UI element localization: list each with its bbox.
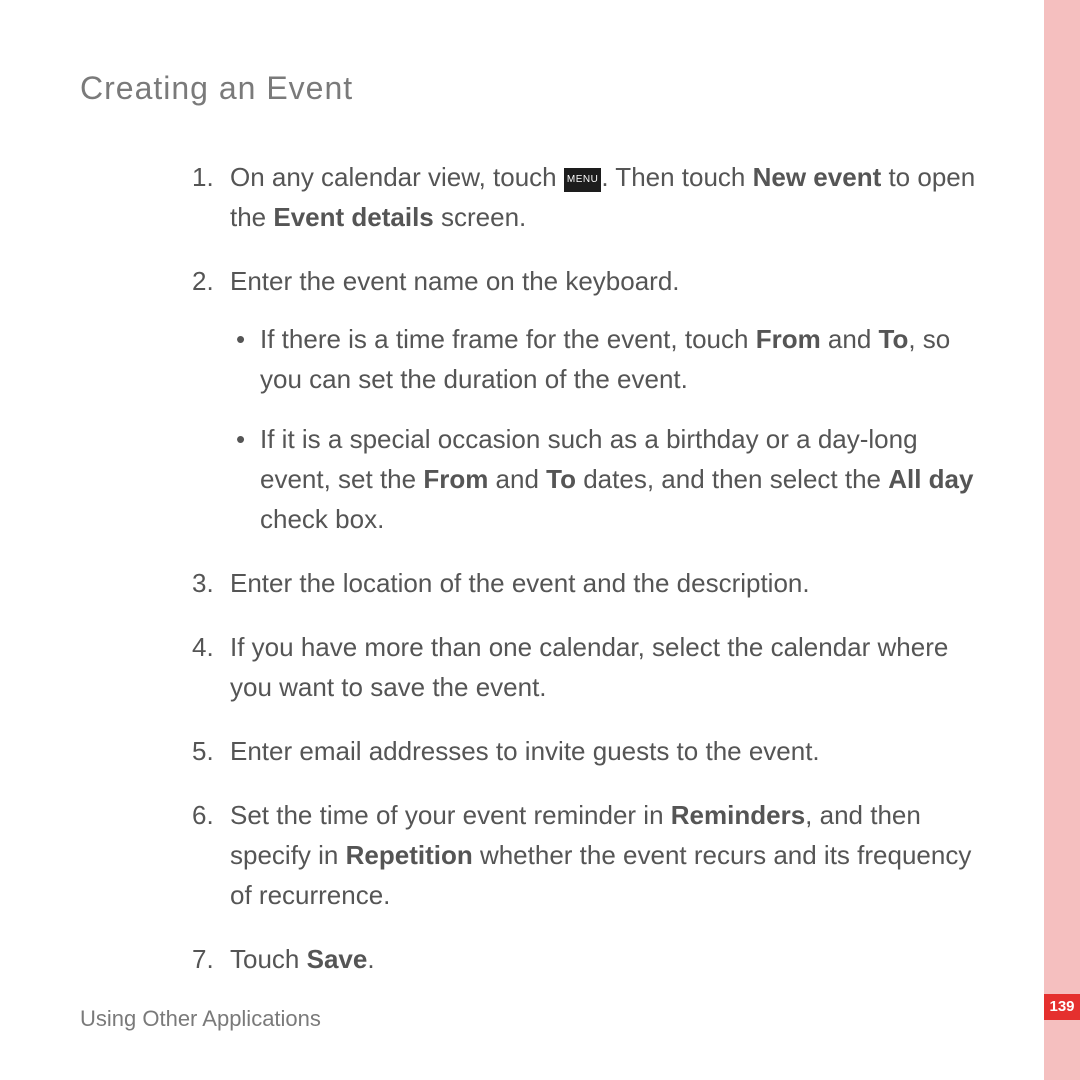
bold-text: New event — [753, 162, 882, 192]
menu-key-icon: MENU — [564, 168, 601, 192]
bullet-item: If there is a time frame for the event, … — [230, 319, 980, 399]
text: If you have more than one calendar, sele… — [230, 632, 948, 702]
step-7: Touch Save. — [80, 939, 980, 979]
text: dates, and then select the — [576, 464, 888, 494]
text: . — [367, 944, 374, 974]
side-stripe — [1044, 0, 1080, 1080]
step-5: Enter email addresses to invite guests t… — [80, 731, 980, 771]
bold-text: To — [546, 464, 576, 494]
step-6: Set the time of your event reminder in R… — [80, 795, 980, 915]
bold-text: To — [879, 324, 909, 354]
step-list: On any calendar view, touch MENU. Then t… — [80, 157, 980, 979]
text: Set the time of your event reminder in — [230, 800, 671, 830]
step-4: If you have more than one calendar, sele… — [80, 627, 980, 707]
bold-text: Save — [307, 944, 368, 974]
page-content: Creating an Event On any calendar view, … — [80, 70, 980, 1003]
text: . Then touch — [601, 162, 752, 192]
bold-text: Reminders — [671, 800, 805, 830]
bold-text: Repetition — [346, 840, 473, 870]
bold-text: All day — [888, 464, 973, 494]
page-number-tag: 139 — [1044, 994, 1080, 1020]
text: If there is a time frame for the event, … — [260, 324, 756, 354]
text: Enter the location of the event and the … — [230, 568, 810, 598]
bold-text: From — [756, 324, 821, 354]
text: Enter the event name on the keyboard. — [230, 266, 680, 296]
bold-text: Event details — [273, 202, 433, 232]
section-heading: Creating an Event — [80, 70, 980, 107]
text: Enter email addresses to invite guests t… — [230, 736, 820, 766]
text: On any calendar view, touch — [230, 162, 564, 192]
text: and — [821, 324, 879, 354]
text: and — [488, 464, 546, 494]
step-3: Enter the location of the event and the … — [80, 563, 980, 603]
step-2: Enter the event name on the keyboard. If… — [80, 261, 980, 539]
step-1: On any calendar view, touch MENU. Then t… — [80, 157, 980, 237]
text: screen. — [434, 202, 527, 232]
sub-bullet-list: If there is a time frame for the event, … — [230, 319, 980, 539]
text: Touch — [230, 944, 307, 974]
bullet-item: If it is a special occasion such as a bi… — [230, 419, 980, 539]
bold-text: From — [423, 464, 488, 494]
text: check box. — [260, 504, 384, 534]
footer-section-title: Using Other Applications — [80, 1006, 321, 1032]
